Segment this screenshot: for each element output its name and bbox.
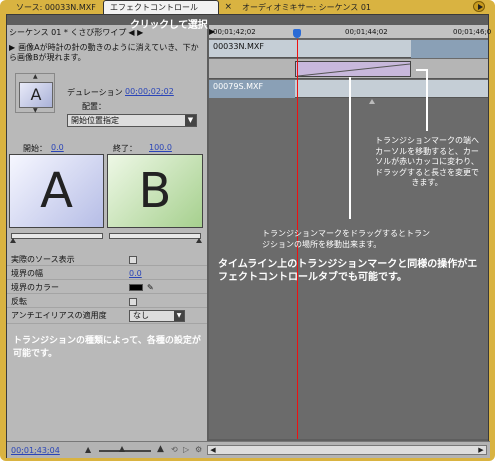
transition-mark[interactable] (295, 61, 411, 77)
window-frame: ソース: 00033N.MXF エフェクトコントロール × オーディオミキサー: … (0, 0, 495, 461)
annotation-main: タイムライン上のトランジションマークと同様の操作がエフェクトコントロールタブでも… (218, 259, 478, 283)
border-color-label: 境界のカラー (11, 283, 59, 292)
arrow-down-icon[interactable]: ▼ (33, 107, 38, 114)
scroll-right-icon[interactable]: ▶ (476, 446, 486, 454)
panel-menu-icon[interactable] (473, 1, 485, 12)
show-source-checkbox[interactable] (129, 256, 137, 264)
start-slider-handle[interactable] (10, 238, 16, 243)
zoom-out-icon[interactable]: ▲ (85, 445, 91, 454)
alignment-select[interactable]: 開始位置指定 ▼ (67, 114, 197, 127)
tab-effect-controls-label: エフェクトコントロール (110, 3, 198, 12)
show-source-label: 実際のソース表示 (11, 255, 75, 264)
loop-icon[interactable]: ⟲ (171, 445, 178, 454)
duration-label: デュレーション (67, 88, 123, 97)
end-slider-handle[interactable] (196, 238, 202, 243)
reverse-label: 反転 (11, 297, 27, 306)
tab-effect-controls[interactable]: エフェクトコントロール × (103, 0, 232, 14)
clip-a-region (411, 40, 488, 58)
time-ruler[interactable]: ▶ 00;01;42;02 00;01;44;02 00;01;46;0 (209, 25, 492, 39)
alignment-value: 開始位置指定 (71, 116, 119, 125)
play-preview-icon[interactable]: ▶ (9, 43, 15, 53)
thumbnail-image: A (19, 82, 53, 108)
alignment-label: 配置： (82, 102, 106, 111)
transition-track (209, 59, 488, 79)
clip-b-label: 00079S.MXF (213, 82, 264, 91)
settings-icon[interactable]: ⚙ (195, 445, 202, 454)
preview-a: A (9, 154, 104, 228)
ruler-timecode: 00;01;46;0 (453, 28, 492, 36)
end-label: 終了： (113, 144, 137, 153)
preview-b: B (107, 154, 203, 228)
show-source-row: 実際のソース表示 (7, 253, 207, 266)
sequence-title: シーケンス 01 * くさび形ワイプ ◀ ▶ (9, 27, 143, 38)
zoom-slider-handle[interactable] (119, 446, 125, 452)
chevron-down-icon[interactable]: ▼ (185, 115, 196, 126)
chevron-down-icon[interactable]: ▼ (174, 311, 184, 321)
ruler-timecode: 00;01;44;02 (345, 28, 388, 36)
clip-a-label: 00033N.MXF (213, 42, 264, 51)
annotation-pointer (416, 69, 428, 131)
transition-thumbnail[interactable]: ▲ ▼ A (15, 73, 55, 114)
start-label: 開始： (23, 144, 47, 153)
play-icon[interactable]: ▷ (183, 445, 189, 454)
close-icon[interactable]: × (224, 1, 232, 14)
border-color-row: 境界のカラー ✎ (7, 281, 207, 294)
zoom-in-icon[interactable]: ▲ (157, 444, 164, 454)
duration-value[interactable]: 00;00;02;02 (125, 87, 174, 96)
eyedropper-icon[interactable]: ✎ (147, 281, 154, 294)
zoom-slider[interactable] (99, 446, 151, 452)
transition-description: ▶ 画像Aが時計の針の動きのように消えていき、下から画像Bが現れます。 (9, 43, 203, 63)
antialias-select[interactable]: なし ▼ (129, 310, 185, 322)
sequence-title-text: シーケンス 01 * くさび形ワイプ (9, 28, 127, 37)
reverse-row: 反転 (7, 295, 207, 308)
border-color-swatch[interactable] (129, 284, 143, 291)
antialias-value: なし (133, 311, 149, 320)
arrow-up-icon[interactable]: ▲ (33, 73, 38, 80)
tab-audio-mixer[interactable]: オーディオミキサー: シーケンス 01 (236, 1, 386, 14)
border-width-row: 境界の幅 0.0 (7, 267, 207, 280)
current-time[interactable]: 00;01;43;04 (11, 446, 60, 455)
transition-diagonal-icon (297, 63, 411, 77)
tab-source[interactable]: ソース: 00033N.MXF (10, 1, 102, 14)
end-value[interactable]: 100.0 (149, 143, 172, 152)
effect-settings-pane: シーケンス 01 * くさび形ワイプ ◀ ▶ ▶ 画像Aが時計の針の動きのように消え… (7, 25, 207, 449)
timeline-scrollbar[interactable]: ◀ ▶ (207, 445, 487, 455)
annotation-pointer-line (349, 77, 351, 219)
scroll-left-icon[interactable]: ◀ (208, 446, 218, 454)
antialias-row: アンチエイリアスの適用度 なし ▼ (7, 309, 207, 324)
transition-center-handle[interactable] (369, 99, 375, 104)
end-slider[interactable] (109, 233, 202, 243)
annotation-click-select: クリックして選択 (130, 20, 208, 31)
border-width-label: 境界の幅 (11, 269, 43, 278)
ruler-timecode: 00;01;42;02 (213, 28, 256, 36)
playhead-handle[interactable] (293, 29, 301, 38)
start-value[interactable]: 0.0 (51, 143, 64, 152)
annotation-left: トランジションの種類によって、各種の設定が可能です。 (13, 336, 201, 359)
border-width-value[interactable]: 0.0 (129, 267, 142, 280)
antialias-label: アンチエイリアスの適用度 (11, 311, 107, 320)
bottom-toolbar: 00;01;43;04 ▲ ▲ ⟲ ▷ ⚙ ◀ ▶ (7, 441, 490, 458)
reverse-checkbox[interactable] (129, 298, 137, 306)
clip-b-region[interactable]: 00079S.MXF (209, 80, 295, 98)
annotation-right: トランジションマークの端へカーソルを移動すると、カーソルが赤いカッコに変わり、ド… (375, 136, 479, 187)
annotation-mid: トランジションマークをドラッグするとトランジションの場所を移動出来ます。 (262, 229, 430, 249)
start-slider[interactable] (10, 233, 103, 243)
description-text: 画像Aが時計の針の動きのように消えていき、下から画像Bが現れます。 (9, 43, 199, 62)
